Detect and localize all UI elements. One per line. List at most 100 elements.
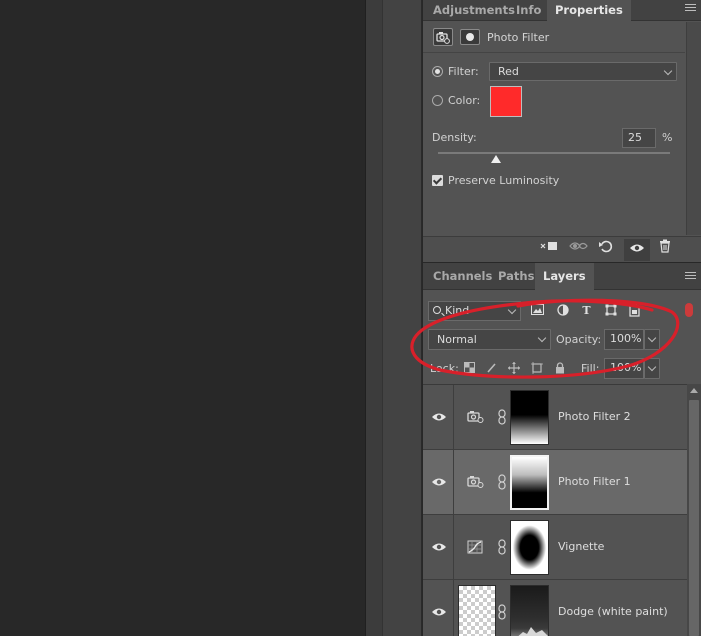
lock-transparent-pixels-icon[interactable] <box>463 362 475 374</box>
type-layer-filter-icon[interactable]: T <box>580 304 593 317</box>
blend-row: Normal Opacity: 100% <box>423 325 701 353</box>
preserve-luminosity-checkbox[interactable] <box>432 175 443 186</box>
lock-row: Lock: Fill: 100% <box>423 355 701 381</box>
layer-pixel-thumbnail[interactable] <box>458 585 496 636</box>
layer-mask-thumbnail[interactable] <box>510 585 549 636</box>
visibility-column-divider <box>453 580 454 636</box>
layers-panel: Channels Paths Layers Kind T Normal Opac… <box>423 263 701 636</box>
layer-mask-icon[interactable] <box>460 29 480 45</box>
scrollbar-thumb[interactable] <box>689 400 699 636</box>
curves-layer-icon <box>467 540 483 554</box>
layer-visibility-eye-icon[interactable] <box>431 542 447 552</box>
layer-visibility-eye-icon[interactable] <box>431 607 447 617</box>
opacity-input[interactable]: 100% <box>604 329 644 350</box>
smart-object-filter-icon[interactable] <box>628 304 641 317</box>
blend-mode-select[interactable]: Normal <box>428 329 551 350</box>
layers-list: Photo Filter 2 Photo Filter 1 Vignette D… <box>423 384 687 636</box>
visibility-column-divider <box>453 385 454 450</box>
layer-mask-thumbnail[interactable] <box>510 455 549 510</box>
filter-toggle-switch[interactable] <box>685 303 693 317</box>
chevron-down-icon <box>507 305 517 315</box>
search-icon <box>433 306 441 314</box>
filter-label: Filter: <box>448 65 479 78</box>
layer-name[interactable]: Photo Filter 1 <box>558 475 631 488</box>
visibility-column-divider <box>453 515 454 580</box>
chevron-down-icon <box>647 362 657 372</box>
density-slider-thumb[interactable] <box>491 155 501 163</box>
layers-tabbar: Channels Paths Layers <box>423 263 701 291</box>
collapsed-panel-dock <box>382 0 422 636</box>
lock-image-pixels-icon[interactable] <box>485 362 497 374</box>
document-canvas[interactable] <box>0 0 365 636</box>
fill-label: Fill: <box>581 362 600 375</box>
properties-panel: Adjustments Info Properties Photo Filter… <box>423 0 701 262</box>
photo-filter-layer-icon <box>467 411 484 423</box>
clip-to-layer-icon[interactable] <box>538 239 560 261</box>
shape-layer-filter-icon[interactable] <box>604 304 617 317</box>
layer-name[interactable]: Dodge (white paint) <box>558 605 668 618</box>
reset-icon[interactable] <box>595 239 617 261</box>
layer-row-photo-filter-1[interactable]: Photo Filter 1 <box>423 450 687 515</box>
scroll-up-arrow-icon[interactable] <box>690 388 698 393</box>
kind-filter-value: Kind <box>445 304 470 317</box>
chevron-down-icon <box>647 333 657 343</box>
fill-dropdown[interactable] <box>644 358 660 379</box>
tab-properties[interactable]: Properties <box>547 0 631 22</box>
mask-link-chain-icon[interactable] <box>498 539 506 555</box>
lock-all-icon[interactable] <box>554 362 566 374</box>
color-swatch[interactable] <box>490 86 522 117</box>
properties-scrollbar[interactable] <box>686 22 701 235</box>
chevron-down-icon <box>663 66 673 76</box>
layer-visibility-eye-icon[interactable] <box>431 412 447 422</box>
preserve-luminosity-label: Preserve Luminosity <box>448 174 560 187</box>
pixel-layer-filter-icon[interactable] <box>531 304 544 317</box>
layer-row-vignette[interactable]: Vignette <box>423 515 687 580</box>
panel-menu-icon[interactable] <box>685 272 696 282</box>
opacity-dropdown[interactable] <box>644 329 660 350</box>
blend-mode-value: Normal <box>437 333 477 346</box>
layers-scrollbar[interactable] <box>687 384 701 636</box>
mask-link-chain-icon[interactable] <box>498 604 506 620</box>
density-unit: % <box>662 131 673 144</box>
mask-link-chain-icon[interactable] <box>498 474 506 490</box>
photo-filter-adjustment-icon[interactable] <box>433 28 453 46</box>
filter-select[interactable]: Red <box>489 62 677 81</box>
properties-header: Photo Filter <box>423 23 685 53</box>
kind-filter-select[interactable]: Kind <box>428 301 521 321</box>
tab-info[interactable]: Info <box>508 0 549 21</box>
layer-row-photo-filter-2[interactable]: Photo Filter 2 <box>423 385 687 450</box>
lock-artboard-icon[interactable] <box>531 362 543 374</box>
layer-mask-thumbnail[interactable] <box>510 390 549 445</box>
lock-position-icon[interactable] <box>508 362 520 374</box>
photo-filter-layer-icon <box>467 476 484 488</box>
visibility-column-divider <box>453 450 454 515</box>
panel-menu-icon[interactable] <box>685 4 696 14</box>
lock-label: Lock: <box>430 362 459 375</box>
density-label: Density: <box>432 131 477 144</box>
properties-footer <box>423 236 701 262</box>
tab-layers[interactable]: Layers <box>535 263 594 291</box>
color-label: Color: <box>448 94 481 107</box>
layer-name[interactable]: Vignette <box>558 540 604 553</box>
trash-icon[interactable] <box>654 239 676 261</box>
layer-name[interactable]: Photo Filter 2 <box>558 410 631 423</box>
toggle-visibility-eye-icon[interactable] <box>624 239 650 261</box>
chevron-down-icon <box>537 333 547 343</box>
density-input[interactable]: 25 <box>622 128 656 148</box>
layer-mask-thumbnail[interactable] <box>510 520 549 575</box>
layer-row-dodge-white-paint[interactable]: Dodge (white paint) <box>423 580 687 636</box>
view-previous-state-icon[interactable] <box>567 239 589 261</box>
fill-input[interactable]: 100% <box>604 358 644 379</box>
adjustment-layer-filter-icon[interactable] <box>556 304 569 317</box>
mask-link-chain-icon[interactable] <box>498 409 506 425</box>
filter-radio[interactable] <box>432 66 443 77</box>
density-slider-track[interactable] <box>438 152 670 154</box>
properties-tabbar: Adjustments Info Properties <box>423 0 701 22</box>
properties-title: Photo Filter <box>487 31 550 44</box>
opacity-label: Opacity: <box>556 333 602 346</box>
filter-select-value: Red <box>498 65 519 78</box>
panel-dock-gutter <box>365 0 382 636</box>
color-radio[interactable] <box>432 95 443 106</box>
layer-filter-row: Kind T <box>423 298 701 324</box>
layer-visibility-eye-icon[interactable] <box>431 477 447 487</box>
